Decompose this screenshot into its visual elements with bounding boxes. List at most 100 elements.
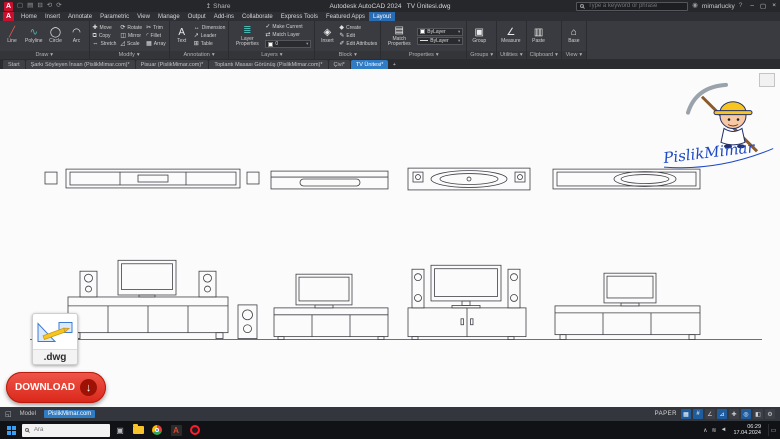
taskbar-search-box[interactable] [22, 424, 110, 437]
grid-toggle-icon[interactable]: ▦ [681, 409, 691, 419]
object-color-dropdown[interactable]: ByLayer ▾ [417, 28, 463, 36]
tracking-icon[interactable]: ◎ [741, 409, 751, 419]
help-icon[interactable]: ? [739, 0, 743, 12]
navigation-widget[interactable] [759, 73, 775, 87]
panel-utilities-footer[interactable]: Utilities ▾ [497, 51, 526, 59]
tray-chevron-icon[interactable]: ∧ [703, 427, 707, 434]
tab-view[interactable]: View [133, 12, 154, 21]
tab-layout[interactable]: Layout [369, 12, 395, 21]
base-view-tool[interactable]: ⌂ Base [565, 22, 583, 50]
panel-layers-footer[interactable]: Layers ▾ [229, 51, 314, 59]
rotate-tool[interactable]: ⟳Rotate [120, 25, 142, 32]
fillet-tool[interactable]: ◜Fillet [146, 33, 166, 40]
opera-icon[interactable] [187, 422, 203, 438]
scale-tool[interactable]: ◿Scale [120, 41, 142, 48]
measure-tool[interactable]: ∠ Measure [500, 22, 521, 50]
panel-block-footer[interactable]: Block ▾ [315, 51, 380, 59]
arc-tool[interactable]: ◠ Arc [68, 22, 86, 50]
layer-dropdown[interactable]: 0 ▾ [265, 40, 311, 48]
tv-unit-top-view-1[interactable] [45, 169, 259, 188]
panel-annotation-footer[interactable]: Annotation ▾ [170, 51, 229, 59]
text-tool[interactable]: A Text [173, 22, 191, 50]
user-avatar-icon[interactable]: ◉ [692, 0, 698, 12]
chrome-icon[interactable] [149, 422, 165, 438]
mirror-tool[interactable]: ◫Mirror [120, 33, 142, 40]
tab-home[interactable]: Home [17, 12, 41, 21]
tv-unit-front-view-2[interactable] [274, 274, 388, 339]
start-button[interactable] [3, 422, 19, 438]
tab-parametric[interactable]: Parametric [96, 12, 133, 21]
volume-icon[interactable]: ◄ [721, 427, 727, 433]
stretch-tool[interactable]: ⇔Stretch [93, 41, 117, 48]
panel-properties-footer[interactable]: Properties ▾ [381, 51, 466, 59]
panel-view-footer[interactable]: View ▾ [562, 51, 586, 59]
snap-toggle-icon[interactable]: # [693, 409, 703, 419]
help-search-input[interactable] [586, 2, 684, 10]
drawing-canvas[interactable]: PislikMimar .dwg DOWNLOAD ↓ [0, 69, 780, 407]
tab-annotate[interactable]: Annotate [64, 12, 96, 21]
model-space-icon[interactable]: ◱ [5, 410, 12, 418]
file-explorer-icon[interactable] [130, 422, 146, 438]
maximize-button[interactable]: ▢ [760, 2, 766, 10]
layout-tab-pislikmimar[interactable]: PislikMimar.com [44, 410, 95, 418]
linetype-dropdown[interactable]: ByLayer ▾ [417, 37, 463, 45]
tab-collaborate[interactable]: Collaborate [238, 12, 277, 21]
table-tool[interactable]: ⊞Table [194, 41, 226, 48]
tv-unit-top-view-3[interactable] [408, 168, 530, 190]
match-properties-tool[interactable]: ▤ Match Properties [384, 22, 414, 50]
save-icon[interactable]: ⊟ [37, 0, 42, 12]
match-layer-tool[interactable]: ⇄Match Layer [265, 32, 311, 39]
layer-properties-tool[interactable]: ≣ Layer Properties [232, 22, 262, 50]
taskbar-search-input[interactable] [32, 426, 107, 434]
tab-manage[interactable]: Manage [154, 12, 184, 21]
make-current-tool[interactable]: ✓Make Current [265, 24, 311, 31]
notification-center-icon[interactable]: ▭ [768, 424, 778, 436]
edit-block-tool[interactable]: ✎Edit [339, 33, 377, 40]
tab-featured-apps[interactable]: Featured Apps [322, 12, 369, 21]
settings-gear-icon[interactable]: ⚙ [765, 409, 775, 419]
tv-unit-front-view-4[interactable] [555, 273, 700, 339]
doc-tab-2[interactable]: Pisuar (PislikMimar.com)* [136, 60, 209, 69]
annotation-scale-icon[interactable]: ◧ [753, 409, 763, 419]
dimension-tool[interactable]: ↔Dimension [194, 25, 226, 32]
group-tool[interactable]: ▣ Group [470, 22, 488, 50]
taskbar-clock[interactable]: 06:29 17.04.2024 [730, 424, 764, 437]
create-block-tool[interactable]: ◆Create [339, 25, 377, 32]
doc-tab-tv-unitesi[interactable]: TV Ünitesi* [351, 60, 389, 69]
share-button[interactable]: ↥ Share [206, 2, 231, 10]
username[interactable]: mimarlucky [702, 3, 735, 10]
ortho-toggle-icon[interactable]: ⊿ [717, 409, 727, 419]
autocad-taskbar-icon[interactable]: A [168, 422, 184, 438]
tab-express-tools[interactable]: Express Tools [277, 12, 322, 21]
move-tool[interactable]: ✚Move [93, 25, 117, 32]
line-tool[interactable]: ╱ Line [3, 22, 21, 50]
doc-tab-1[interactable]: Şarkı Söyleyen İnsan (PislikMimar.com)* [26, 60, 135, 69]
minimize-button[interactable]: – [750, 2, 754, 10]
new-file-icon[interactable]: ▢ [17, 0, 23, 12]
insert-block-tool[interactable]: ◈ Insert [318, 22, 336, 50]
download-button[interactable]: DOWNLOAD ↓ [6, 372, 106, 403]
open-file-icon[interactable]: ▤ [27, 0, 33, 12]
help-search-box[interactable] [576, 2, 688, 11]
tv-unit-top-view-4[interactable] [553, 169, 700, 189]
circle-tool[interactable]: ◯ Circle [47, 22, 65, 50]
tab-start[interactable]: Start [3, 60, 25, 69]
task-view-icon[interactable]: ▣ [113, 423, 127, 437]
tv-unit-top-view-2[interactable] [271, 171, 388, 189]
application-menu-button[interactable]: A [3, 12, 14, 21]
network-icon[interactable]: ≋ [711, 427, 716, 434]
panel-draw-footer[interactable]: Draw ▾ [0, 51, 89, 59]
polar-tracking-icon[interactable]: ∠ [705, 409, 715, 419]
paste-tool[interactable]: ▥ Paste [530, 22, 548, 50]
redo-icon[interactable]: ⟳ [56, 0, 61, 12]
object-snap-icon[interactable]: ✚ [729, 409, 739, 419]
tv-unit-front-view-1[interactable] [68, 260, 257, 338]
trim-tool[interactable]: ✂Trim [146, 25, 166, 32]
tab-output[interactable]: Output [184, 12, 210, 21]
autocad-logo-icon[interactable]: A [4, 2, 13, 11]
tab-insert[interactable]: Insert [41, 12, 64, 21]
panel-clipboard-footer[interactable]: Clipboard ▾ [527, 51, 561, 59]
new-tab-button[interactable]: + [389, 60, 399, 69]
copy-tool[interactable]: ⧉Copy [93, 33, 117, 40]
panel-groups-footer[interactable]: Groups ▾ [467, 51, 496, 59]
